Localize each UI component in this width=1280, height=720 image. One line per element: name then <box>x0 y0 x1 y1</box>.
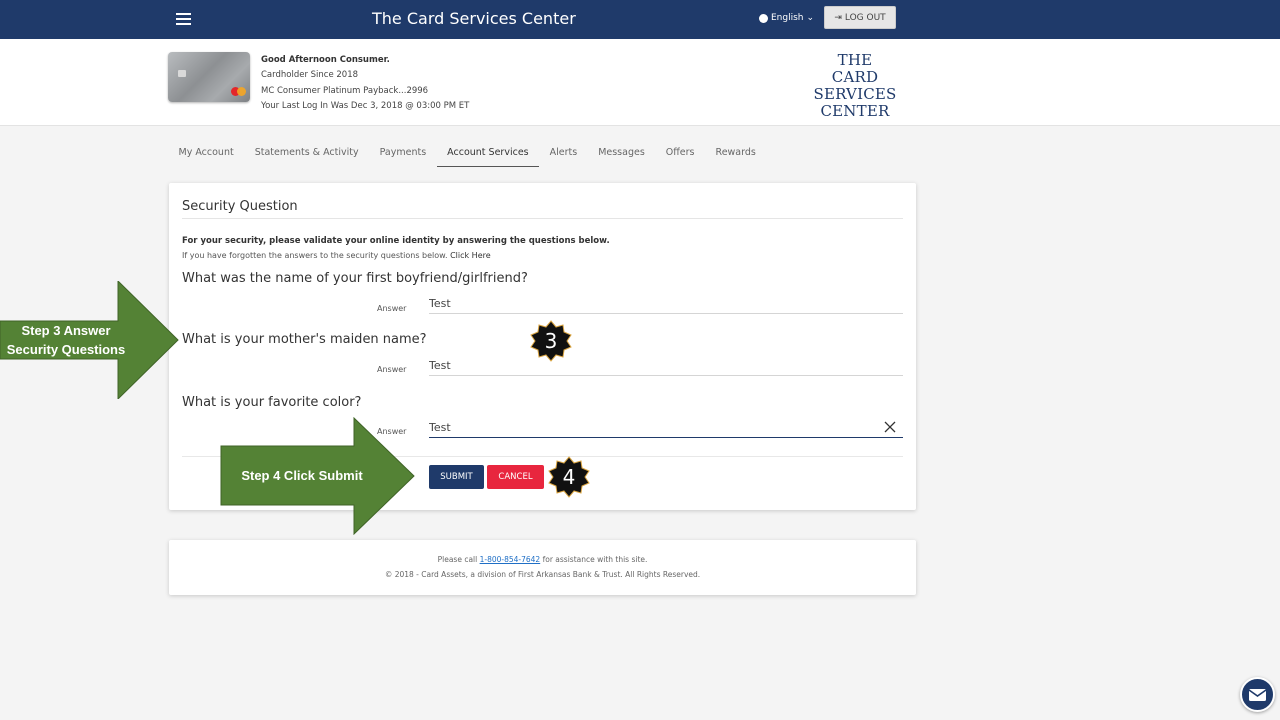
answer-label-2: Answer <box>377 365 407 374</box>
card-name: MC Consumer Platinum Payback...2996 <box>261 85 429 96</box>
tab-alerts[interactable]: Alerts <box>539 142 588 167</box>
top-bar: The Card Services Center English ⌄ ⇥ LOG… <box>0 0 1280 39</box>
greeting: Good Afternoon Consumer. <box>261 55 390 65</box>
menu-icon[interactable] <box>176 13 191 25</box>
globe-icon <box>759 13 768 23</box>
last-login: Your Last Log In Was Dec 3, 2018 @ 03:00… <box>261 100 470 111</box>
click-here-link[interactable]: Click Here <box>450 251 491 260</box>
answer-field-3[interactable] <box>429 418 903 438</box>
panel-title: Security Question <box>182 199 298 214</box>
step-4-badge: 4 <box>548 456 590 498</box>
logout-label: LOG OUT <box>844 12 886 23</box>
credit-card-image <box>168 52 250 102</box>
submit-button[interactable]: SUBMIT <box>429 465 484 489</box>
divider <box>182 218 903 219</box>
tab-account-services[interactable]: Account Services <box>436 142 540 167</box>
svg-text:3: 3 <box>545 329 558 353</box>
forgot-text: If you have forgotten the answers to the… <box>182 251 491 260</box>
answer-field-2[interactable] <box>429 356 903 376</box>
step-3-badge: 3 <box>530 320 572 362</box>
tab-statements-activity[interactable]: Statements & Activity <box>244 142 369 167</box>
question-1: What was the name of your first boyfrien… <box>182 271 528 286</box>
step-4-label: Step 4 Click Submit <box>241 468 363 483</box>
tab-offers[interactable]: Offers <box>655 142 705 167</box>
cardholder-since: Cardholder Since 2018 <box>261 70 359 81</box>
step-3-label: Step 3 Answer Security Questions <box>6 323 126 357</box>
question-2: What is your mother's maiden name? <box>182 332 427 347</box>
chevron-down-icon: ⌄ <box>806 13 815 23</box>
question-3: What is your favorite color? <box>182 395 362 410</box>
answer-label-1: Answer <box>377 304 407 313</box>
logout-button[interactable]: ⇥ LOG OUT <box>824 6 896 29</box>
assistance-text: Please call 1-800-854-7642 for assistanc… <box>437 555 648 564</box>
language-label: English <box>771 13 804 23</box>
site-title: The Card Services Center <box>372 9 576 28</box>
logout-icon: ⇥ <box>834 12 842 23</box>
tab-payments[interactable]: Payments <box>369 142 437 167</box>
main-nav: My Account Statements & Activity Payment… <box>168 142 766 168</box>
chat-button[interactable] <box>1240 677 1275 712</box>
phone-link[interactable]: 1-800-854-7642 <box>480 555 541 564</box>
clear-icon[interactable] <box>883 420 897 434</box>
cancel-button[interactable]: CANCEL <box>487 465 544 489</box>
brand-logo: THE CARD SERVICES CENTER <box>813 51 897 120</box>
tab-rewards[interactable]: Rewards <box>705 142 766 167</box>
intro-text: For your security, please validate your … <box>182 236 610 246</box>
copyright: © 2018 - Card Assets, a division of Firs… <box>384 570 701 579</box>
svg-text:4: 4 <box>563 465 576 489</box>
account-summary: Good Afternoon Consumer. Cardholder Sinc… <box>261 53 469 114</box>
language-selector[interactable]: English ⌄ <box>759 13 814 23</box>
card-chip <box>178 70 186 77</box>
tab-my-account[interactable]: My Account <box>168 142 244 167</box>
tab-messages[interactable]: Messages <box>588 142 656 167</box>
answer-field-1[interactable] <box>429 294 903 314</box>
account-header: Good Afternoon Consumer. Cardholder Sinc… <box>0 39 1280 126</box>
footer-panel: Please call 1-800-854-7642 for assistanc… <box>169 540 916 595</box>
envelope-icon <box>1248 689 1267 701</box>
